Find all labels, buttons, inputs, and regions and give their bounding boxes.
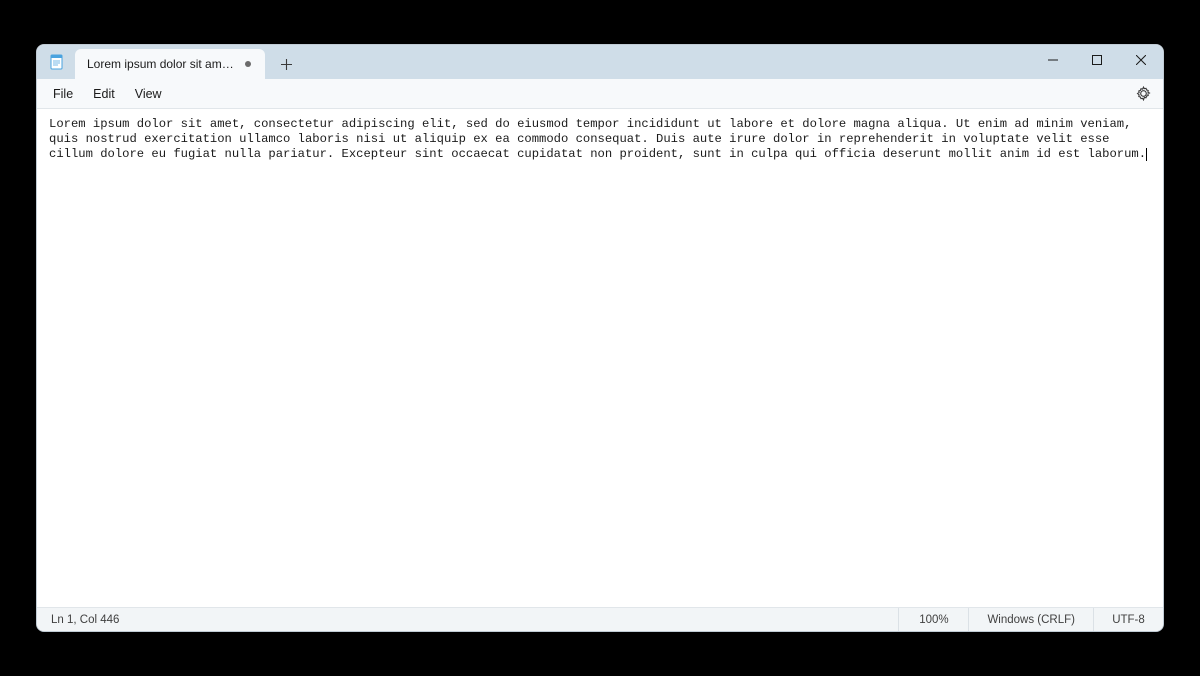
menu-view[interactable]: View (125, 83, 172, 105)
new-tab-button[interactable] (271, 49, 301, 79)
editor-area[interactable]: Lorem ipsum dolor sit amet, consectetur … (37, 109, 1163, 607)
notepad-app-icon (49, 54, 65, 70)
gear-icon (1136, 86, 1151, 101)
editor-text: Lorem ipsum dolor sit amet, consectetur … (49, 117, 1151, 162)
minimize-button[interactable] (1031, 45, 1075, 75)
menubar: File Edit View (37, 79, 1163, 109)
settings-button[interactable] (1131, 82, 1155, 106)
unsaved-indicator-icon (245, 61, 251, 67)
status-line-ending[interactable]: Windows (CRLF) (968, 608, 1093, 631)
titlebar: Lorem ipsum dolor sit amet, consec (37, 45, 1163, 79)
status-right-group: 100% Windows (CRLF) UTF-8 (898, 608, 1163, 631)
statusbar: Ln 1, Col 446 100% Windows (CRLF) UTF-8 (37, 607, 1163, 631)
close-button[interactable] (1119, 45, 1163, 75)
notepad-window: Lorem ipsum dolor sit amet, consec File … (36, 44, 1164, 632)
editor-content: Lorem ipsum dolor sit amet, consectetur … (49, 117, 1146, 161)
document-tab[interactable]: Lorem ipsum dolor sit amet, consec (75, 49, 265, 79)
maximize-button[interactable] (1075, 45, 1119, 75)
status-encoding[interactable]: UTF-8 (1093, 608, 1163, 631)
window-controls (1031, 45, 1163, 79)
tab-title: Lorem ipsum dolor sit amet, consec (87, 57, 239, 71)
menu-edit[interactable]: Edit (83, 83, 125, 105)
status-zoom[interactable]: 100% (898, 608, 968, 631)
text-caret (1146, 148, 1147, 161)
menu-file[interactable]: File (43, 83, 83, 105)
status-position: Ln 1, Col 446 (37, 614, 898, 626)
